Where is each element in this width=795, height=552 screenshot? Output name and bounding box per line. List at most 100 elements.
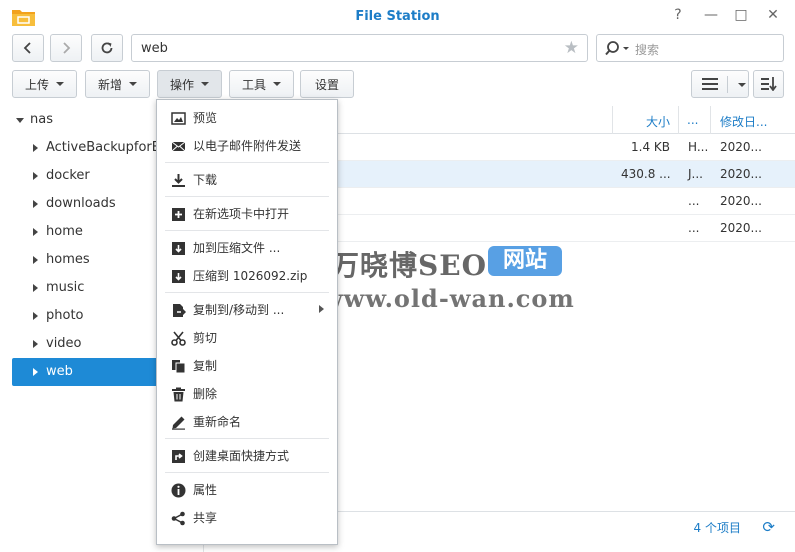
close-button[interactable]: ✕ xyxy=(765,7,781,23)
tree-item-label: home xyxy=(46,224,83,239)
help-button[interactable]: ? xyxy=(670,7,686,23)
row-size: 430.8 ... xyxy=(621,167,671,181)
share-icon xyxy=(171,511,185,526)
forward-button[interactable] xyxy=(50,34,82,62)
menu-item-label: 重新命名 xyxy=(193,415,242,429)
tools-button[interactable]: 工具 xyxy=(229,70,294,98)
expanded-icon xyxy=(16,118,24,123)
row-modified: 2020... xyxy=(720,194,762,208)
menu-item-cut[interactable]: 剪切 xyxy=(157,324,337,352)
collapsed-icon xyxy=(33,172,38,180)
chevron-left-icon xyxy=(23,42,31,54)
view-mode-button[interactable] xyxy=(691,70,749,98)
settings-label: 设置 xyxy=(314,77,339,92)
submenu-arrow-icon xyxy=(319,305,324,313)
chevron-down-icon xyxy=(201,82,209,86)
divider xyxy=(727,76,728,93)
menu-item-preview[interactable]: 预览 xyxy=(157,104,337,132)
refresh-button[interactable] xyxy=(91,34,123,62)
column-divider xyxy=(612,106,613,134)
back-button[interactable] xyxy=(12,34,44,62)
copy-move-icon xyxy=(173,304,186,317)
menu-item-delete[interactable]: 删除 xyxy=(157,380,337,408)
create-button[interactable]: 新增 xyxy=(85,70,150,98)
column-divider xyxy=(678,106,679,134)
menu-item-rename[interactable]: 重新命名 xyxy=(157,408,337,436)
upload-button[interactable]: 上传 xyxy=(12,70,77,98)
item-count: 4 个项目 xyxy=(693,521,741,535)
chevron-down-icon xyxy=(129,82,137,86)
chevron-right-icon xyxy=(63,42,71,54)
menu-item-label: 剪切 xyxy=(193,331,218,345)
tree-item-label: music xyxy=(46,280,85,295)
row-modified: 2020... xyxy=(720,221,762,235)
collapsed-icon xyxy=(33,144,38,152)
shortcut-icon xyxy=(172,450,185,463)
star-icon[interactable]: ★ xyxy=(564,38,579,58)
menu-item-desktop-shortcut[interactable]: 创建桌面快捷方式 xyxy=(157,442,337,470)
search-icon xyxy=(605,41,629,56)
create-label: 新增 xyxy=(97,77,122,92)
upload-label: 上传 xyxy=(24,77,49,92)
sort-icon xyxy=(760,77,777,91)
collapsed-icon xyxy=(33,284,38,292)
watermark-brand: 万晓博SEO xyxy=(331,249,487,282)
compress-icon xyxy=(172,242,185,255)
menu-item-open-new-tab[interactable]: 在新选项卡中打开 xyxy=(157,200,337,228)
menu-item-properties[interactable]: 属性 xyxy=(157,476,337,504)
path-bar[interactable]: web ★ xyxy=(131,34,588,62)
tree-item-label: photo xyxy=(46,308,84,323)
menu-divider xyxy=(165,292,329,293)
tree-item-label: homes xyxy=(46,252,90,267)
tree-item-label: docker xyxy=(46,168,90,183)
menu-item-label: 压缩到 1026092.zip xyxy=(193,269,308,283)
tree-item-label: web xyxy=(46,364,73,379)
menu-item-label: 共享 xyxy=(193,511,218,525)
menu-item-add-to-archive[interactable]: 加到压缩文件 ... xyxy=(157,234,337,262)
action-button[interactable]: 操作 xyxy=(157,70,222,98)
menu-item-compress-to-zip[interactable]: 压缩到 1026092.zip xyxy=(157,262,337,290)
list-view-icon xyxy=(702,78,718,90)
settings-button[interactable]: 设置 xyxy=(300,70,354,98)
menu-item-label: 在新选项卡中打开 xyxy=(193,207,290,221)
menu-item-label: 删除 xyxy=(193,387,218,401)
maximize-button[interactable]: □ xyxy=(733,7,749,23)
pencil-icon xyxy=(172,416,185,430)
menu-item-label: 加到压缩文件 ... xyxy=(193,241,281,255)
action-menu: 预览 以电子邮件附件发送 下载 在新选项卡中打开 加到压缩文件 ... 压缩到 … xyxy=(156,99,338,545)
menu-divider xyxy=(165,438,329,439)
column-modified[interactable]: 修改日... xyxy=(720,113,767,130)
zip-icon xyxy=(172,270,185,283)
new-tab-icon xyxy=(172,208,185,221)
menu-divider xyxy=(165,196,329,197)
copy-icon xyxy=(172,360,186,374)
menu-item-label: 下载 xyxy=(193,173,218,187)
column-size[interactable]: 大小 xyxy=(646,113,670,130)
row-size: 1.4 KB xyxy=(631,140,670,154)
current-path: web xyxy=(141,41,168,56)
menu-item-share[interactable]: 共享 xyxy=(157,504,337,532)
collapsed-icon xyxy=(33,312,38,320)
menu-item-download[interactable]: 下载 xyxy=(157,166,337,194)
tree-item-label: downloads xyxy=(46,196,116,211)
column-divider xyxy=(710,106,711,134)
refresh-icon[interactable]: ⟳ xyxy=(762,518,775,536)
watermark-url: www.old-wan.com xyxy=(322,284,575,313)
minimize-button[interactable]: — xyxy=(703,7,719,23)
title-bar: File Station ? — □ ✕ xyxy=(0,0,795,32)
menu-item-copy-move-to[interactable]: 复制到/移动到 ... xyxy=(157,296,337,324)
menu-divider xyxy=(165,162,329,163)
image-icon xyxy=(171,112,186,125)
collapsed-icon xyxy=(33,200,38,208)
search-input[interactable]: 搜索 xyxy=(596,34,784,62)
menu-item-email[interactable]: 以电子邮件附件发送 xyxy=(157,132,337,160)
menu-item-label: 复制 xyxy=(193,359,218,373)
sort-button[interactable] xyxy=(753,70,784,98)
row-modified: 2020... xyxy=(720,167,762,181)
tree-item-label: video xyxy=(46,336,82,351)
column-type[interactable]: ... xyxy=(687,113,698,127)
menu-item-label: 复制到/移动到 ... xyxy=(193,303,285,317)
tree-root-label: nas xyxy=(30,112,53,127)
scissors-icon xyxy=(171,331,186,346)
menu-item-copy[interactable]: 复制 xyxy=(157,352,337,380)
